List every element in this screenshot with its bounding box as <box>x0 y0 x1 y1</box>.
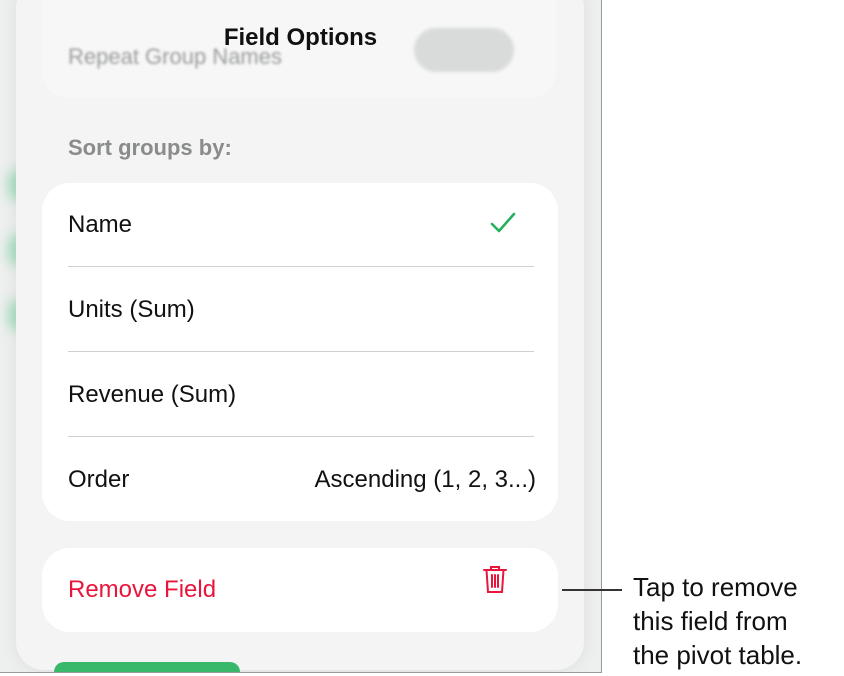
sheet-title: Field Options <box>223 24 378 51</box>
sort-option-label: Revenue (Sum) <box>68 381 237 408</box>
checkmark-icon <box>490 209 516 241</box>
sort-order-value: Ascending (1, 2, 3...) <box>314 466 536 493</box>
callout-line <box>562 589 622 591</box>
callout-line-2: this field from <box>633 606 788 636</box>
sort-section-label: Sort groups by: <box>68 135 232 160</box>
device-frame: Repeat Group Names Field Options Sort gr… <box>0 0 602 673</box>
sort-option-revenue[interactable]: Revenue (Sum) <box>68 353 534 437</box>
remove-field-label: Remove Field <box>68 576 217 603</box>
background-blur <box>54 662 240 672</box>
callout-line-3: the pivot table. <box>633 640 803 670</box>
callout-line-1: Tap to remove <box>633 572 798 602</box>
remove-field-button[interactable]: Remove Field <box>42 548 558 632</box>
sort-options-card: Name Units (Sum) Revenue (Sum) Order Asc… <box>42 183 558 521</box>
sort-option-name[interactable]: Name <box>68 183 534 267</box>
sort-order-row[interactable]: Order Ascending (1, 2, 3...) <box>68 438 536 522</box>
sort-option-units[interactable]: Units (Sum) <box>68 268 534 352</box>
sort-order-label: Order <box>68 466 130 493</box>
trash-icon <box>482 564 508 599</box>
sort-option-label: Name <box>68 211 133 238</box>
sort-option-label: Units (Sum) <box>68 296 195 323</box>
callout-text: Tap to remove this field from the pivot … <box>633 570 802 672</box>
